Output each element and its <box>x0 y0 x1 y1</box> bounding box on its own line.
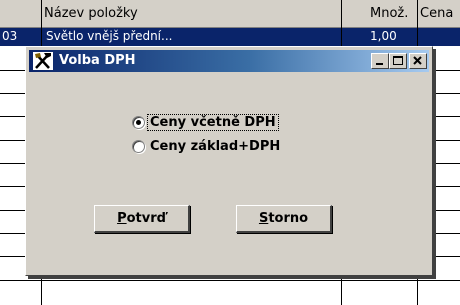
row-qty: 1,00 <box>370 29 397 43</box>
minimize-button[interactable] <box>371 53 389 69</box>
option-base-plus-vat[interactable]: Ceny základ+DPH <box>132 136 282 156</box>
cancel-label: torno <box>268 211 309 226</box>
radio-with-vat[interactable] <box>132 115 145 129</box>
column-header-name[interactable]: Název položky <box>44 5 334 23</box>
row-name: Světlo vnějš přední... <box>46 29 173 43</box>
option-base-plus-vat-label[interactable]: Ceny základ+DPH <box>148 139 282 154</box>
option-with-vat[interactable]: Ceny včetně DPH <box>132 112 279 132</box>
maximize-icon <box>393 56 403 65</box>
column-header-qty[interactable]: Množ. <box>370 5 414 23</box>
column-header-price[interactable]: Cena <box>420 5 460 23</box>
grid-header: Název položky Množ. Cena <box>0 0 460 28</box>
minimize-icon <box>376 63 383 65</box>
maximize-button[interactable] <box>389 53 407 69</box>
vat-choice-dialog: Volba DPH Ceny včetně DPH Ceny základ+DP… <box>25 46 433 276</box>
confirm-hotkey: P <box>117 211 127 226</box>
row-code: 03 <box>2 29 18 43</box>
cancel-hotkey: S <box>258 211 269 226</box>
close-icon <box>413 56 422 65</box>
table-row-selected[interactable]: 03 Světlo vnějš přední... 1,00 <box>0 28 460 46</box>
confirm-label: otvrď <box>126 211 166 226</box>
option-with-vat-label[interactable]: Ceny včetně DPH <box>147 113 279 131</box>
dialog-titlebar[interactable]: Volba DPH <box>29 50 429 72</box>
cancel-button[interactable]: Storno <box>236 205 332 233</box>
radio-base-plus-vat[interactable] <box>132 139 145 153</box>
close-button[interactable] <box>409 53 427 69</box>
tools-icon[interactable] <box>33 52 53 70</box>
row-divider <box>0 280 460 281</box>
dialog-title: Volba DPH <box>59 53 136 68</box>
confirm-button[interactable]: Potvrď <box>94 205 190 233</box>
